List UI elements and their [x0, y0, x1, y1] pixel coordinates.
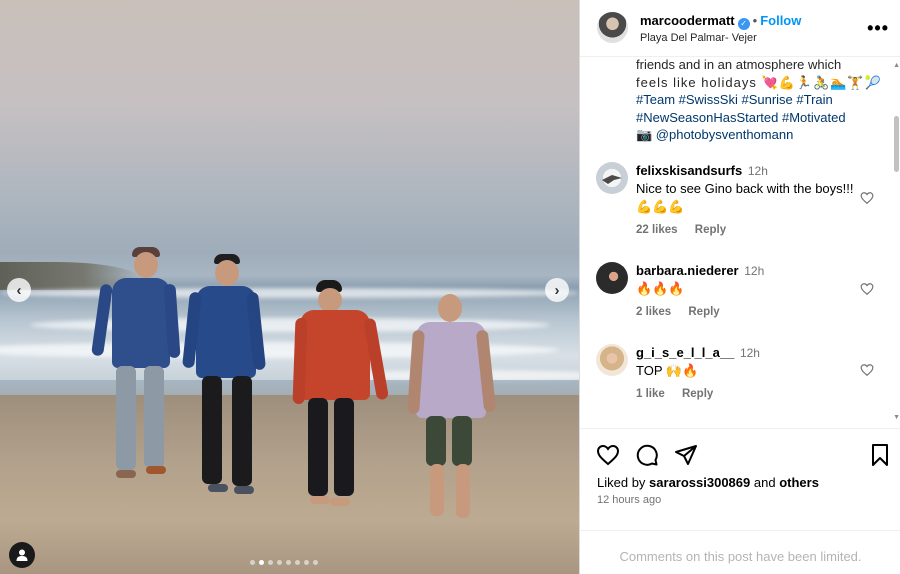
next-slide-button[interactable]: › [545, 278, 569, 302]
caption-line: feels like holidays 💘💪🏃🚴🏊🏋️🎾 [636, 74, 882, 90]
share-icon[interactable] [674, 443, 698, 467]
comment-username[interactable]: g_i_s_e_l_l_a__ [636, 345, 734, 360]
heart-icon[interactable] [860, 363, 874, 377]
comment-username[interactable]: felixskisandsurfs [636, 163, 742, 178]
post-caption: friends and in an atmosphere which feels… [636, 56, 886, 144]
comment-likes[interactable]: 22 likes [636, 224, 678, 236]
person-1 [91, 244, 181, 484]
caption-line: friends and in an atmosphere which [636, 57, 842, 72]
comment-time[interactable]: 12h [744, 264, 764, 278]
comment-text: 🔥🔥🔥 [636, 281, 685, 296]
comment-body: felixskisandsurfs 12h Nice to see Gino b… [636, 162, 864, 216]
author-line: marcoodermatt ✓ • Follow [640, 13, 801, 30]
bookmark-icon[interactable] [868, 443, 892, 467]
comment-meta: 1 like Reply [636, 388, 713, 400]
comment-text: TOP 🙌🔥 [636, 363, 699, 378]
heart-icon[interactable] [596, 443, 620, 467]
comment-meta: 22 likes Reply [636, 224, 726, 236]
chevron-left-icon: ‹ [16, 281, 22, 299]
carousel-indicator [250, 560, 318, 565]
carousel-dot [286, 560, 291, 565]
post-location[interactable]: Playa Del Palmar- Vejer [640, 32, 757, 44]
liked-by-others[interactable]: others [779, 475, 819, 490]
heart-icon[interactable] [860, 282, 874, 296]
comment-meta: 2 likes Reply [636, 306, 720, 318]
carousel-dot [304, 560, 309, 565]
comment-body: g_i_s_e_l_l_a__ 12h TOP 🙌🔥 [636, 344, 864, 380]
more-options-icon[interactable]: ••• [867, 18, 889, 39]
reply-button[interactable]: Reply [688, 306, 719, 318]
liked-by-user[interactable]: sararossi300869 [649, 475, 750, 490]
photo-credit-mention[interactable]: 📷 @photobysventhomann [636, 126, 886, 144]
scroll-up-arrow[interactable]: ▲ [893, 62, 900, 69]
comment-icon[interactable] [635, 443, 659, 467]
comment-likes[interactable]: 2 likes [636, 306, 671, 318]
person-4 [407, 292, 497, 524]
post-sidebar: marcoodermatt ✓ • Follow Playa Del Palmar- … [579, 0, 900, 574]
comment-username[interactable]: barbara.niederer [636, 263, 739, 278]
tagged-users-button[interactable] [9, 542, 35, 568]
reply-button[interactable]: Reply [682, 388, 713, 400]
post-dialog: ‹ › marcoodermatt ✓ • Follow Playa Del Palm… [0, 0, 900, 574]
carousel-dot [295, 560, 300, 565]
comment-text: Nice to see Gino back with the boys!!!💪💪… [636, 181, 854, 214]
comment-likes[interactable]: 1 like [636, 388, 665, 400]
comments-limited-notice: Comments on this post have been limited. [580, 530, 900, 574]
chevron-right-icon: › [554, 281, 560, 299]
liked-by-line: Liked by sararossi300869 and others [597, 475, 819, 490]
comment-time[interactable]: 12h [740, 346, 760, 360]
separator-dot: • [752, 13, 758, 28]
scrollbar-thumb[interactable] [894, 116, 899, 172]
follow-button[interactable]: Follow [760, 13, 801, 28]
carousel-dot [259, 560, 264, 565]
scroll-down-arrow[interactable]: ▼ [893, 414, 900, 421]
person-2 [182, 252, 267, 496]
comment-item: g_i_s_e_l_l_a__ 12h TOP 🙌🔥 1 like Reply [596, 344, 886, 404]
author-username[interactable]: marcoodermatt [640, 13, 735, 28]
carousel-dot [250, 560, 255, 565]
carousel-dot [268, 560, 273, 565]
post-header: marcoodermatt ✓ • Follow Playa Del Palmar- … [580, 0, 900, 57]
comment-item: felixskisandsurfs 12h Nice to see Gino b… [596, 162, 886, 242]
liked-by-and: and [753, 475, 776, 490]
previous-slide-button[interactable]: ‹ [7, 278, 31, 302]
comment-body: barbara.niederer 12h 🔥🔥🔥 [636, 262, 864, 298]
reply-button[interactable]: Reply [695, 224, 726, 236]
comment-item: barbara.niederer 12h 🔥🔥🔥 2 likes Reply [596, 262, 886, 322]
carousel-dot [277, 560, 282, 565]
verified-badge-icon: ✓ [737, 18, 750, 30]
post-actions-bar [580, 428, 900, 478]
carousel-dot [313, 560, 318, 565]
comment-time[interactable]: 12h [748, 164, 768, 178]
author-avatar[interactable] [597, 12, 628, 43]
post-timestamp[interactable]: 12 hours ago [597, 494, 661, 506]
post-photo[interactable]: ‹ › [0, 0, 579, 574]
person-3 [292, 278, 390, 510]
caption-hashtags[interactable]: #Team #SwissSki #Sunrise #Train [636, 91, 886, 109]
commenter-avatar[interactable] [596, 262, 628, 294]
commenter-avatar[interactable] [596, 344, 628, 376]
commenter-avatar[interactable] [596, 162, 628, 194]
caption-hashtags[interactable]: #NewSeasonHasStarted #Motivated [636, 109, 886, 127]
user-tag-icon [16, 549, 28, 561]
liked-by-prefix: Liked by [597, 475, 646, 490]
heart-icon[interactable] [860, 191, 874, 205]
